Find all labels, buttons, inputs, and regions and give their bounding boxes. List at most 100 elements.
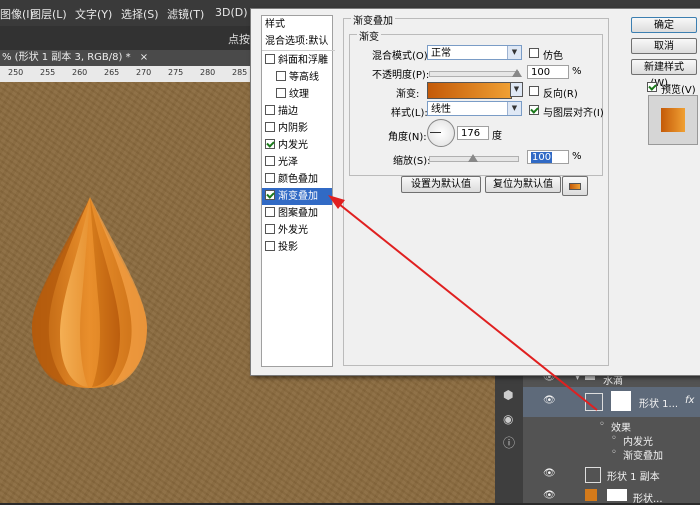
style-item[interactable]: 内发光 <box>262 137 332 154</box>
style-checkbox[interactable] <box>276 71 286 81</box>
menu-image[interactable]: 图像(I) <box>0 6 34 22</box>
styles-header[interactable]: 样式 <box>262 16 335 33</box>
layer-row[interactable]: 👁 形状 1... fx <box>523 387 700 417</box>
panel-toolstrip: ⬢ ◉ ⓘ <box>495 370 523 503</box>
style-item[interactable]: 外发光 <box>262 222 332 239</box>
angle-dial[interactable] <box>427 119 455 147</box>
style-checkbox[interactable] <box>265 207 275 217</box>
reverse-checkbox[interactable] <box>529 85 542 98</box>
reset-default-button[interactable]: 复位为默认值 <box>485 176 561 193</box>
style-checkbox[interactable] <box>265 156 275 166</box>
menu-select[interactable]: 选择(S) <box>121 6 159 22</box>
ok-button[interactable]: 确定 <box>631 17 697 33</box>
gradient-preset-icon <box>569 183 581 190</box>
chevron-down-icon: ▼ <box>507 46 521 59</box>
eye-icon[interactable]: ◦ <box>611 447 617 458</box>
preview-box <box>648 95 698 145</box>
eye-icon[interactable]: 👁 <box>543 490 556 501</box>
style-label: 内发光 <box>278 140 308 151</box>
menu-3d[interactable]: 3D(D) <box>215 6 248 19</box>
style-checkbox[interactable] <box>265 105 275 115</box>
layer-name: 形状 1 副本 <box>607 472 660 483</box>
layer-row[interactable]: 👁 形状 1 副本 <box>523 465 700 483</box>
layer-name: 形状 1... <box>639 399 679 410</box>
effect-row[interactable]: ◦ 内发光 <box>523 432 700 448</box>
preview-checkbox[interactable] <box>647 81 660 94</box>
style-label: 内阴影 <box>278 123 308 134</box>
style-label: 样式(L): <box>391 108 428 119</box>
fx-icon: fx <box>685 395 695 406</box>
opacity-input[interactable]: 100 <box>527 65 569 79</box>
style-checkbox[interactable] <box>265 173 275 183</box>
angle-input[interactable]: 176 <box>457 126 489 140</box>
effects-row[interactable]: ◦ 效果 <box>523 418 700 434</box>
style-checkbox[interactable] <box>265 122 275 132</box>
style-label: 外发光 <box>278 225 308 236</box>
style-item[interactable]: 光泽 <box>262 154 332 171</box>
style-value: 线性 <box>431 104 451 115</box>
scale-slider-thumb[interactable] <box>468 154 478 162</box>
blend-mode-select[interactable]: 正常 ▼ <box>427 45 522 60</box>
style-checkbox[interactable] <box>265 224 275 234</box>
new-style-button[interactable]: 新建样式(W)... <box>631 59 697 89</box>
style-item[interactable]: 内阴影 <box>262 120 332 137</box>
layer-style-dialog: 样式 混合选项:默认 斜面和浮雕等高线纹理描边内阴影内发光光泽颜色叠加渐变叠加图… <box>250 8 700 376</box>
style-label: 渐变叠加 <box>278 191 318 202</box>
style-checkbox[interactable] <box>265 241 275 251</box>
style-checkbox[interactable] <box>265 54 275 64</box>
document-close-icon[interactable]: × <box>140 52 148 63</box>
style-item[interactable]: 颜色叠加 <box>262 171 332 188</box>
eye-icon[interactable]: 👁 <box>543 395 556 406</box>
layer-thumbnail <box>611 391 631 411</box>
style-label: 描边 <box>278 106 298 117</box>
menu-layer[interactable]: 图层(L) <box>30 6 67 22</box>
menu-filter[interactable]: 滤镜(T) <box>167 6 204 22</box>
style-label: 纹理 <box>289 89 309 100</box>
vector-mask-icon <box>585 393 603 411</box>
style-item[interactable]: 纹理 <box>262 86 332 103</box>
style-item[interactable]: 投影 <box>262 239 332 256</box>
opacity-slider-thumb[interactable] <box>512 69 522 77</box>
dither-checkbox[interactable] <box>529 47 542 60</box>
eye-icon[interactable]: ◦ <box>611 433 617 444</box>
style-item[interactable]: 渐变叠加 <box>262 188 332 205</box>
set-default-button[interactable]: 设置为默认值 <box>401 176 481 193</box>
gradient-swatch[interactable] <box>427 82 512 99</box>
horizontal-ruler: 250 255 260 265 270 275 280 285 <box>0 66 255 83</box>
preview-swatch <box>661 108 685 132</box>
menu-type[interactable]: 文字(Y) <box>75 6 112 22</box>
preview-label: 预览(V) <box>661 85 696 96</box>
scale-input[interactable]: 100 <box>527 150 569 164</box>
ruler-tick: 280 <box>200 68 216 77</box>
sphere-icon[interactable]: ◉ <box>503 412 513 426</box>
style-item[interactable]: 图案叠加 <box>262 205 332 222</box>
style-select[interactable]: 线性 ▼ <box>427 101 522 116</box>
info-icon[interactable]: ⓘ <box>503 434 515 451</box>
style-label: 光泽 <box>278 157 298 168</box>
layer-row[interactable]: 👁 形状... <box>523 488 700 505</box>
eye-icon[interactable]: 👁 <box>543 468 556 479</box>
style-checkbox[interactable] <box>265 139 275 149</box>
blending-options-item[interactable]: 混合选项:默认 <box>262 33 335 51</box>
cancel-button[interactable]: 取消 <box>631 38 697 54</box>
style-label: 等高线 <box>289 72 319 83</box>
align-label: 与图层对齐(I) <box>543 108 604 119</box>
style-checkbox[interactable] <box>265 190 275 200</box>
effect-row[interactable]: ◦ 渐变叠加 <box>523 446 700 462</box>
style-item[interactable]: 等高线 <box>262 69 332 86</box>
blend-mode-label: 混合模式(O): <box>372 51 432 62</box>
eye-icon[interactable]: ◦ <box>599 419 605 430</box>
angle-dial-hand <box>430 132 441 133</box>
dither-label: 仿色 <box>543 51 563 62</box>
opacity-slider[interactable] <box>429 71 519 77</box>
cube-icon[interactable]: ⬢ <box>503 388 513 402</box>
gradient-presets-button[interactable] <box>562 176 588 196</box>
style-checkbox[interactable] <box>276 88 286 98</box>
style-item[interactable]: 描边 <box>262 103 332 120</box>
gradient-dropdown[interactable]: ▼ <box>510 82 523 97</box>
reverse-label: 反向(R) <box>543 89 578 100</box>
layer-thumbnail <box>607 489 627 501</box>
document-tab[interactable]: % (形状 1 副本 3, RGB/8) * × <box>0 50 257 66</box>
align-checkbox[interactable] <box>529 104 542 117</box>
style-item[interactable]: 斜面和浮雕 <box>262 52 332 69</box>
